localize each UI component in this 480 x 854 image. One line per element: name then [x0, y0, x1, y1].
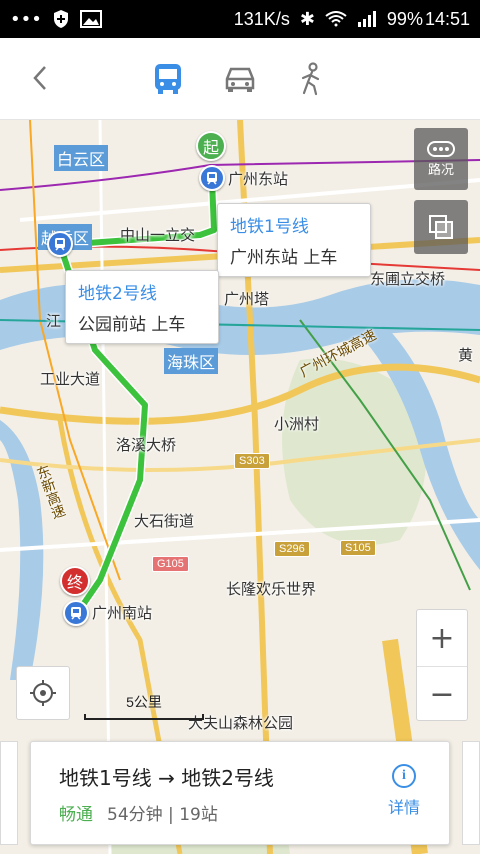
metro-station-icon[interactable]: [47, 231, 73, 257]
metro-station-icon[interactable]: [199, 165, 225, 191]
signal-icon: [357, 11, 376, 27]
callout-stop: 广州东站 上车: [230, 248, 338, 268]
route-duration: 54分钟: [107, 805, 163, 825]
place-label: 洛溪大桥: [116, 436, 177, 454]
crosshair-icon: [30, 680, 56, 706]
end-marker[interactable]: 终: [60, 566, 90, 596]
road-shield: S105: [340, 540, 376, 556]
place-label: 中山一立交: [120, 226, 196, 244]
callout-line: 地铁1号线: [230, 217, 309, 237]
callout-stop: 公园前站 上车: [78, 315, 186, 335]
zoom-in-button[interactable]: +: [417, 610, 467, 666]
place-label: 江: [46, 312, 62, 330]
detail-button[interactable]: i 详情: [381, 764, 427, 818]
map-scale: 5公里: [84, 692, 204, 720]
place-label: 广州东站: [228, 170, 289, 188]
road-shield: G105: [152, 556, 189, 572]
bluetooth-icon: ✱: [299, 8, 315, 29]
mode-bus-button[interactable]: [147, 58, 189, 100]
place-label: 小洲村: [274, 415, 320, 433]
callout-line: 地铁2号线: [78, 284, 157, 304]
shield-icon: [53, 10, 68, 28]
battery-level: 99%: [386, 8, 423, 29]
place-label: 广州塔: [224, 290, 270, 308]
more-icon: •••: [10, 8, 42, 30]
start-marker[interactable]: 起: [196, 131, 226, 161]
place-label: 长隆欢乐世界: [226, 580, 317, 598]
transfer-callout[interactable]: 地铁1号线 广州东站 上车: [217, 203, 371, 277]
back-button[interactable]: [22, 60, 58, 96]
clock: 14:51: [424, 8, 470, 29]
wifi-icon: [325, 11, 347, 27]
scale-text: 5公里: [126, 694, 162, 710]
walk-icon: [301, 62, 320, 96]
traffic-icon: [427, 140, 455, 157]
transfer-callout[interactable]: 地铁2号线 公园前站 上车: [65, 270, 219, 344]
place-label: 东圃立交桥: [370, 270, 446, 288]
traffic-label: 路况: [427, 162, 454, 178]
detail-label: 详情: [387, 798, 420, 817]
road-shield: S303: [234, 453, 270, 469]
image-icon: [79, 10, 102, 28]
bus-icon: [155, 64, 181, 94]
district-label: 白云区: [54, 145, 109, 171]
place-label: 黄: [458, 346, 474, 364]
route-duration-stations: 54分钟 | 19站: [107, 805, 218, 825]
scale-bar: [84, 714, 204, 720]
locate-button[interactable]: [16, 666, 70, 720]
traffic-status: 畅通: [59, 805, 93, 825]
mode-car-button[interactable]: [219, 58, 261, 100]
place-label: 工业大道: [40, 370, 101, 388]
layers-button[interactable]: [414, 200, 468, 254]
chevron-left-icon: [33, 66, 46, 90]
metro-station-icon[interactable]: [63, 600, 89, 626]
network-speed: 131K/s: [233, 8, 290, 29]
traffic-toggle[interactable]: 路况: [414, 128, 468, 190]
next-route-card[interactable]: [462, 741, 480, 845]
district-label: 海珠区: [164, 348, 219, 374]
road-shield: S296: [274, 541, 310, 557]
car-icon: [225, 67, 255, 92]
zoom-control: + −: [416, 609, 468, 721]
place-label: 广州南站: [92, 604, 153, 622]
route-summary: 地铁1号线 → 地铁2号线: [59, 766, 274, 790]
zoom-out-button[interactable]: −: [417, 666, 467, 722]
route-meta: 畅通 54分钟 | 19站: [59, 800, 218, 825]
route-card[interactable]: 地铁1号线 → 地铁2号线 畅通 54分钟 | 19站 i 详情: [30, 741, 450, 845]
status-bar: ••• 131K/s ✱ 99% 14:51: [0, 0, 480, 38]
place-label: 大石街道: [134, 512, 195, 530]
mode-walk-button[interactable]: [290, 58, 332, 100]
top-nav: [0, 38, 480, 120]
route-stations: 19站: [179, 805, 218, 825]
info-icon: i: [392, 764, 416, 788]
prev-route-card[interactable]: [0, 741, 18, 845]
layers-icon: [429, 215, 453, 239]
